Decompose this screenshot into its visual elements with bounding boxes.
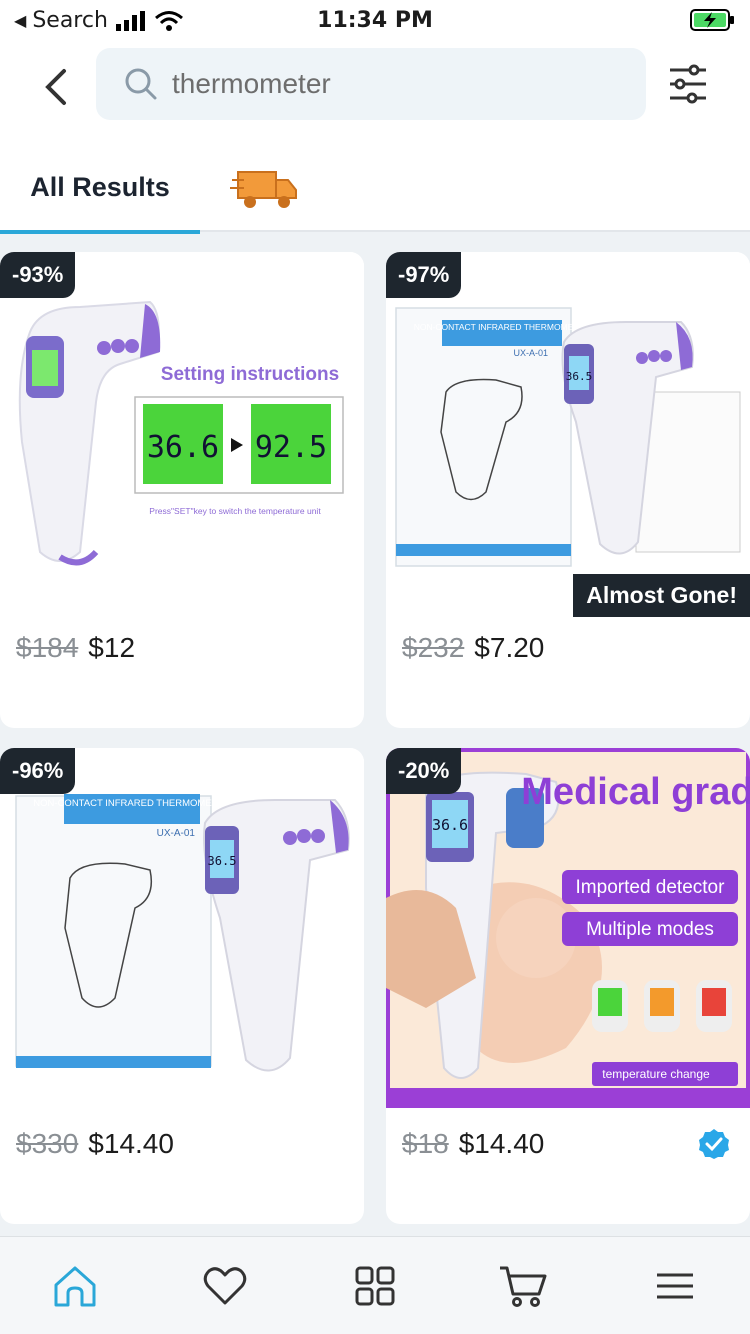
- chevron-left-icon: [45, 69, 66, 105]
- search-input[interactable]: [172, 68, 612, 100]
- discount-badge: -20%: [386, 748, 462, 794]
- tab-menu[interactable]: [650, 1261, 700, 1311]
- lcd-reading: 36.5: [566, 370, 593, 383]
- filter-button[interactable]: [666, 62, 710, 106]
- sale-price: $14.40: [88, 1128, 174, 1159]
- product-card[interactable]: 36.6 Medical grade Imported detector Mul…: [386, 748, 750, 1224]
- original-price: $184: [16, 632, 79, 663]
- product-card[interactable]: NON-CONTACT INFRARED THERMOMETER UX-A-01…: [0, 748, 364, 1224]
- promo-feature-1: Imported detector: [576, 877, 726, 898]
- price-row: $18 $14.40: [402, 1128, 544, 1160]
- lcd-reading-f: 92.5: [255, 430, 327, 465]
- promo-banner: temperature change: [602, 1067, 710, 1081]
- status-bar: ◀ Search 11:34 PM: [0, 0, 750, 42]
- back-button[interactable]: [30, 62, 80, 112]
- tab-cart[interactable]: [498, 1261, 548, 1311]
- original-price: $18: [402, 1128, 449, 1159]
- lcd-reading-c: 36.6: [147, 430, 219, 465]
- promo-feature-2: Multiple modes: [586, 919, 714, 940]
- search-bar[interactable]: [96, 48, 646, 120]
- price-row: $184 $12: [16, 632, 135, 664]
- box-title: NON-CONTACT INFRARED THERMOMETER: [33, 798, 231, 809]
- box-model: UX-A-01: [157, 828, 196, 839]
- lcd-reading: 36.6: [432, 816, 468, 834]
- image-heading: Setting instructions: [161, 364, 339, 385]
- sliders-icon: [670, 64, 706, 104]
- verified-check-icon: [699, 1129, 729, 1159]
- tab-home[interactable]: [50, 1261, 100, 1311]
- lcd-reading: 36.5: [208, 854, 237, 868]
- tab-fast-shipping[interactable]: [230, 162, 300, 212]
- promo-headline: Medical grade: [521, 771, 750, 813]
- product-card[interactable]: Setting instructions 36.6 92.5 Press"SET…: [0, 252, 364, 728]
- box-title: NON-CONTACT INFRARED THERMOMETER: [414, 322, 591, 332]
- heart-icon: [203, 1267, 247, 1305]
- almost-gone-tag: Almost Gone!: [573, 574, 750, 617]
- home-icon: [54, 1266, 96, 1307]
- product-card[interactable]: NON-CONTACT INFRARED THERMOMETER UX-A-01…: [386, 252, 750, 728]
- tab-wishlist[interactable]: [200, 1261, 250, 1311]
- product-image: NON-CONTACT INFRARED THERMOMETER UX-A-01…: [386, 252, 750, 612]
- price-row: $330 $14.40: [16, 1128, 174, 1160]
- tab-categories[interactable]: [350, 1261, 400, 1311]
- discount-badge: -93%: [0, 252, 76, 298]
- price-row: $232 $7.20: [402, 632, 544, 664]
- sale-price: $7.20: [474, 632, 545, 663]
- original-price: $330: [16, 1128, 79, 1159]
- search-header: [0, 42, 750, 142]
- menu-icon: [657, 1273, 693, 1299]
- search-icon: [125, 68, 157, 100]
- bottom-tab-bar: [0, 1236, 750, 1334]
- tab-all-results[interactable]: All Results: [0, 142, 200, 234]
- battery-icon: [690, 8, 736, 36]
- product-image: NON-CONTACT INFRARED THERMOMETER UX-A-01…: [0, 748, 364, 1108]
- discount-badge: -97%: [386, 252, 462, 298]
- original-price: $232: [402, 632, 465, 663]
- product-image: Setting instructions 36.6 92.5 Press"SET…: [0, 252, 364, 612]
- grid-icon: [355, 1266, 395, 1306]
- discount-badge: -96%: [0, 748, 76, 794]
- sale-price: $12: [88, 632, 136, 663]
- product-image: 36.6 Medical grade Imported detector Mul…: [386, 748, 750, 1108]
- box-model: UX-A-01: [513, 348, 548, 358]
- result-tabs: All Results: [0, 142, 750, 234]
- delivery-truck-icon: [230, 171, 297, 208]
- cart-icon: [500, 1266, 547, 1307]
- sale-price: $14.40: [458, 1128, 545, 1159]
- status-time: 11:34 PM: [317, 8, 433, 33]
- image-caption: Press"SET"key to switch the temperature …: [149, 506, 321, 516]
